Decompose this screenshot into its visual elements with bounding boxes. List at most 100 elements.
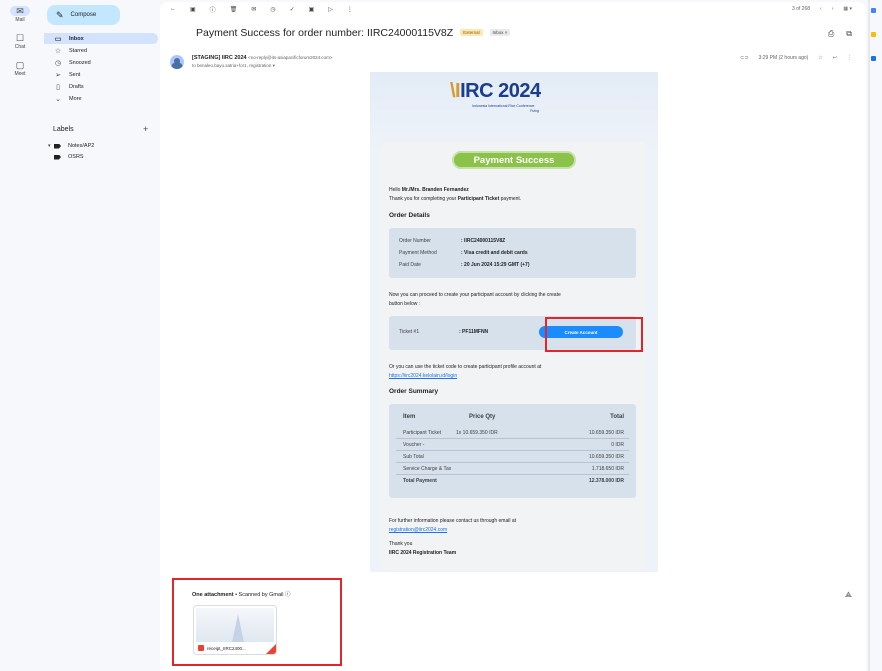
avatar[interactable]	[170, 55, 184, 69]
sidebar-item-drafts[interactable]: ▯ Drafts	[44, 81, 158, 92]
summary-total: 10.659.350 IDR	[588, 430, 624, 436]
sidebar-item-starred[interactable]: ☆ Starred	[44, 45, 158, 56]
ticket-label: Ticket #1	[399, 329, 420, 335]
delete-icon[interactable]: 🗑	[230, 6, 238, 13]
contact-email-link[interactable]: registration@iirc2024.com	[389, 527, 447, 533]
prev-icon[interactable]: ‹	[820, 6, 822, 12]
order-details-title: Order Details	[389, 212, 430, 219]
ticket-code: : PF11MFNN	[459, 329, 489, 335]
message-time: 3:29 PM (2 hours ago)	[758, 55, 809, 61]
pencil-icon: ✎	[56, 9, 64, 20]
snooze-icon[interactable]: ◷	[270, 6, 275, 13]
further-info: For further information please contact u…	[389, 518, 517, 524]
summary-item: Service Charge & Tax	[403, 466, 452, 472]
rail-meet-label: Meet	[14, 71, 26, 77]
logo-sponsor: Pulog	[530, 109, 539, 113]
rail-chat-label: Chat	[14, 44, 26, 50]
receipt-card: Payment Success Hello Mr./Mrs. Branden F…	[382, 142, 646, 570]
label-tag-icon	[54, 154, 61, 160]
move-to-icon[interactable]: ▣	[309, 6, 315, 13]
inbox-icon: ▭	[54, 35, 62, 43]
draft-icon: ▯	[56, 83, 60, 91]
logo-rice-mark: \I	[450, 80, 461, 102]
recipients-line[interactable]: to benaleo.bayu.satria+for1, registratio…	[192, 63, 275, 69]
archive-icon[interactable]: ▣	[190, 6, 196, 13]
highlight-attachment	[172, 578, 342, 666]
order-value: : 20 Jun 2024 15:29 GMT (+7)	[461, 262, 530, 268]
labels-heading: Labels	[53, 126, 74, 133]
tasks-icon[interactable]	[871, 56, 876, 61]
reply-icon[interactable]: ↩	[833, 55, 837, 61]
rail-chat[interactable]: ☐ Chat	[0, 33, 40, 50]
view-toggle-icon[interactable]: ▦ ▾	[843, 6, 852, 12]
add-label-button[interactable]: +	[143, 124, 148, 134]
order-key: Paid Date	[399, 262, 421, 268]
ticket-type: Participant Ticket	[457, 196, 500, 202]
next-icon[interactable]: ›	[832, 6, 834, 12]
thank-you: Thank you	[389, 541, 413, 547]
inbox-label-chip[interactable]: Inbox ×	[489, 29, 511, 36]
keep-icon[interactable]	[871, 32, 876, 37]
back-icon[interactable]: ←	[170, 6, 176, 12]
scrollbar[interactable]	[868, 0, 870, 671]
calendar-icon[interactable]	[871, 8, 876, 13]
thanks-suffix: payment.	[499, 196, 522, 202]
label-name: OSRS	[68, 154, 84, 160]
label-icon[interactable]: ▷	[328, 6, 333, 13]
chevron-down-icon: ⌄	[55, 95, 61, 103]
sidebar-item-sent[interactable]: ➢ Sent	[44, 69, 158, 80]
summary-item: Sub Total	[403, 454, 424, 460]
label-osrs[interactable]: OSRS	[48, 152, 84, 162]
compose-button[interactable]: ✎ Compose	[47, 5, 120, 25]
thanks-line: Thank you for completing your Participan…	[389, 196, 521, 202]
email-subject: Payment Success for order number: IIRC24…	[196, 27, 511, 39]
print-icon[interactable]: ⎙	[828, 29, 834, 39]
message-view: ← ▣ ⓘ 🗑 ✉ ◷ ✓ ▣ ▷ ⋮ 3 of 268 ‹ › ▦ ▾ Pay…	[160, 2, 866, 671]
add-task-icon[interactable]: ✓	[290, 6, 295, 13]
add-to-drive-icon[interactable]: ⟁	[845, 590, 852, 600]
more-vert-icon[interactable]: ⋮	[347, 6, 353, 13]
customer-name: Mr./Mrs. Branden Fernandez	[401, 187, 469, 193]
send-icon: ➢	[55, 71, 61, 79]
summary-total: 0 IDR	[611, 442, 624, 448]
summary-head-price: Price Qty	[469, 414, 496, 420]
proceed-text-1: Now you can proceed to create your parti…	[389, 292, 561, 298]
star-icon[interactable]: ☆	[818, 55, 822, 61]
divider	[396, 462, 629, 463]
summary-head-item: Item	[403, 414, 416, 420]
external-badge: External	[460, 29, 483, 36]
meet-icon: ▢	[15, 60, 25, 70]
message-toolbar: ← ▣ ⓘ 🗑 ✉ ◷ ✓ ▣ ▷ ⋮	[170, 2, 353, 16]
rail-mail[interactable]: ✉ Mail	[0, 6, 40, 23]
rail-meet[interactable]: ▢ Meet	[0, 60, 40, 77]
mark-unread-icon[interactable]: ✉	[251, 6, 256, 13]
sidebar-item-snoozed[interactable]: ◷ Snoozed	[44, 57, 158, 68]
message-counter: 3 of 268	[791, 6, 811, 12]
message-meta: ⊂⊃ 3:29 PM (2 hours ago) ☆ ↩ ⋮	[740, 55, 852, 61]
clock-icon: ◷	[54, 59, 62, 67]
divider	[396, 450, 629, 451]
sidebar-item-label: Sent	[69, 71, 81, 78]
subject-actions: ⎙ ⧉	[828, 29, 852, 39]
iirc-logo: \IIRC 2024	[450, 80, 541, 103]
summary-head-total: Total	[610, 414, 624, 420]
summary-item: Voucher -	[403, 442, 425, 448]
report-spam-icon[interactable]: ⓘ	[210, 5, 216, 14]
open-new-window-icon[interactable]: ⧉	[846, 29, 852, 39]
summary-price: 1x 10.659.350 IDR	[456, 430, 498, 436]
sidebar-item-more[interactable]: ⌄ More	[44, 93, 158, 104]
caret-down-icon[interactable]: ▾	[48, 143, 54, 149]
order-value: : IIRC24000115V8Z	[461, 238, 506, 244]
greeting: Hello Mr./Mrs. Branden Fernandez	[389, 187, 469, 193]
sidebar-item-label: Starred	[69, 47, 88, 54]
payment-success-badge: Payment Success	[452, 151, 576, 169]
sender-line: [STAGING] IIRC 2024 <no-reply@its-asiapa…	[192, 55, 333, 61]
app-rail: ✉ Mail ☐ Chat ▢ Meet	[0, 0, 40, 671]
order-summary-box: Item Price Qty Total Participant Ticket …	[389, 404, 636, 498]
login-link[interactable]: https://iirc2024.kelolain.id/login	[389, 373, 457, 379]
sender-email: <no-reply@its-asiapacificforum2024.com>	[248, 55, 333, 60]
divider	[396, 438, 629, 439]
sidebar-item-inbox[interactable]: ▭ Inbox	[44, 33, 158, 44]
label-notes-ap2[interactable]: ▾ Notes/AP2	[48, 141, 94, 151]
more-vert-icon[interactable]: ⋮	[847, 55, 852, 61]
